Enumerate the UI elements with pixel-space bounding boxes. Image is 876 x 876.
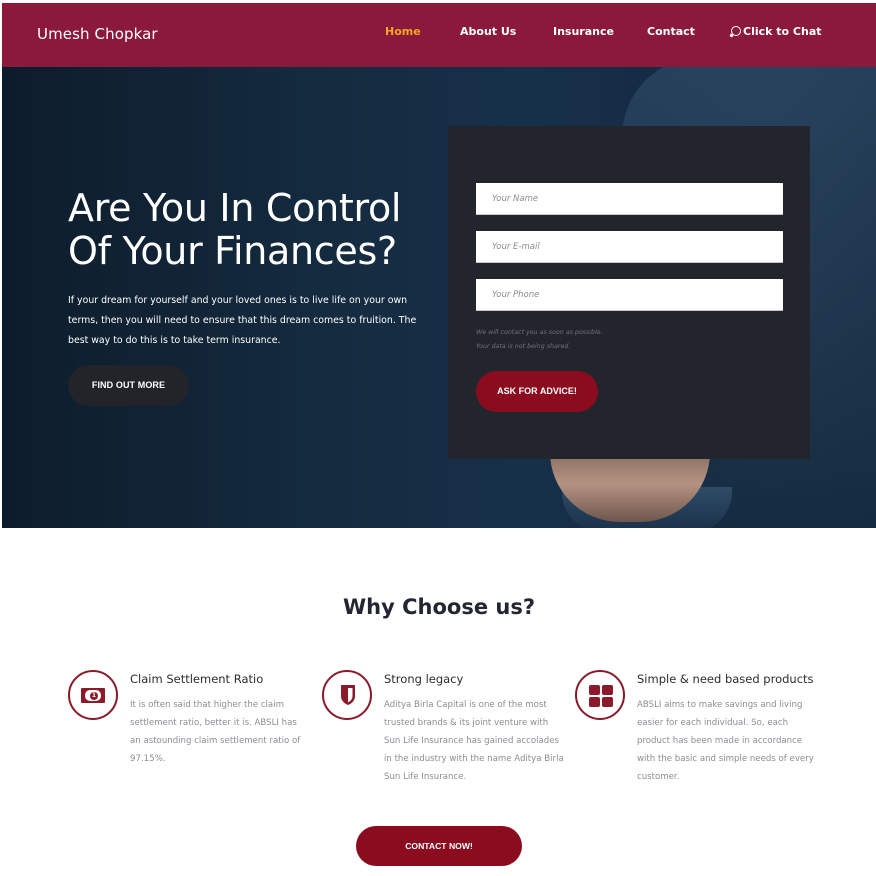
- feature-title: Strong legacy: [384, 672, 464, 686]
- hero-title-line2: Of Your Finances?: [68, 229, 397, 273]
- money-bill-icon: 1: [81, 688, 105, 703]
- feature-icon-circle: 1: [68, 670, 118, 720]
- email-input[interactable]: [476, 231, 783, 263]
- find-out-more-button[interactable]: FIND OUT MORE: [68, 365, 189, 406]
- phone-input[interactable]: [476, 279, 783, 311]
- nav-contact[interactable]: Contact: [647, 25, 695, 38]
- hero-title-line1: Are You In Control: [68, 186, 402, 230]
- nav-chat-label: Click to Chat: [743, 25, 822, 38]
- hero-title: Are You In Control Of Your Finances?: [68, 187, 448, 273]
- hero-text: If your dream for yourself and your love…: [68, 295, 417, 346]
- nav-click-to-chat[interactable]: Click to Chat: [731, 25, 822, 38]
- feature-icon-circle: [322, 670, 372, 720]
- contact-now-button[interactable]: CONTACT NOW!: [356, 826, 522, 866]
- feature-title: Simple & need based products: [637, 672, 814, 686]
- navbar: Umesh Chopkar Home About Us Insurance Co…: [2, 3, 876, 67]
- feature-description: Aditya Birla Capital is one of the most …: [384, 700, 564, 782]
- whatsapp-icon: [731, 26, 741, 36]
- why-choose-us-title: Why Choose us?: [342, 595, 535, 619]
- form-note-privacy: Your data is not being shared.: [476, 343, 571, 350]
- name-input[interactable]: [476, 183, 783, 215]
- nav-insurance[interactable]: Insurance: [553, 25, 614, 38]
- advice-form: We will contact you as soon as possible.…: [448, 126, 810, 459]
- ask-for-advice-button[interactable]: ASK FOR ADVICE!: [476, 371, 598, 412]
- feature-description: It is often said that higher the claim s…: [130, 700, 301, 764]
- grid-icon: [589, 685, 613, 707]
- nav-about-us[interactable]: About Us: [460, 25, 516, 38]
- feature-icon-circle: [575, 670, 625, 720]
- form-note-contact: We will contact you as soon as possible.: [476, 329, 603, 336]
- feature-description: ABSLI aims to make savings and living ea…: [637, 700, 814, 782]
- shield-icon: [341, 685, 355, 705]
- page: Umesh Chopkar Home About Us Insurance Co…: [2, 3, 876, 876]
- feature-title: Claim Settlement Ratio: [130, 672, 264, 686]
- hero-section: Are You In Control Of Your Finances? If …: [2, 67, 876, 528]
- nav-home[interactable]: Home: [385, 25, 421, 38]
- brand-logo[interactable]: Umesh Chopkar: [37, 25, 158, 43]
